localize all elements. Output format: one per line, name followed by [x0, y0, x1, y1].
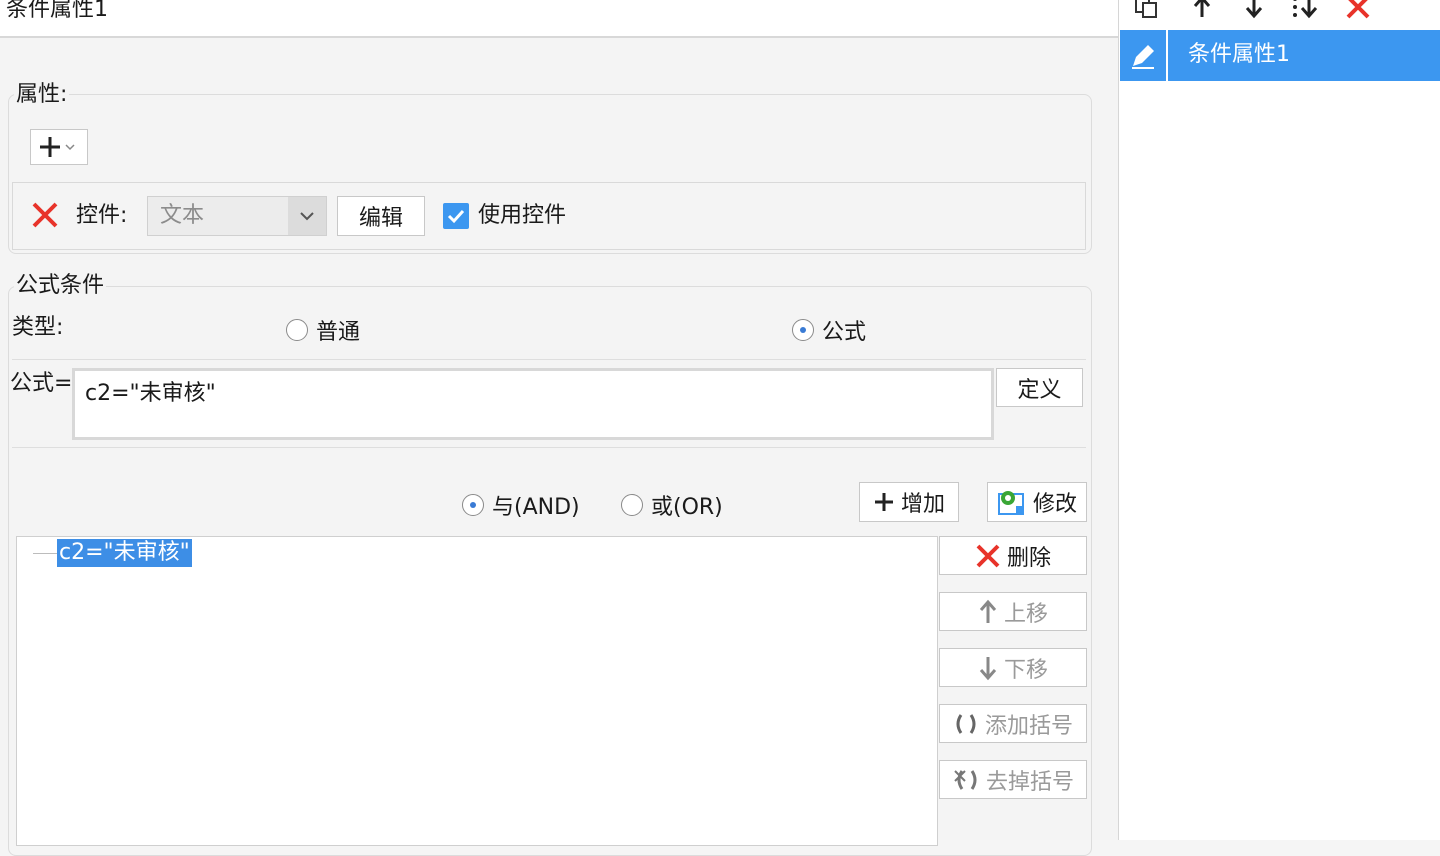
delete-label: 删除 [1006, 545, 1051, 571]
logic-or-label: 或(OR) [651, 495, 723, 520]
control-type-value: 文本 [160, 203, 205, 228]
type-formula-radio[interactable]: 公式 [792, 314, 866, 346]
close-icon [32, 202, 58, 228]
logic-or-radio[interactable]: 或(OR) [621, 489, 723, 521]
modify-condition-button[interactable]: 修改 [987, 482, 1087, 522]
use-control-checkbox[interactable] [443, 203, 469, 229]
delete-button[interactable]: 删除 [939, 536, 1087, 575]
close-icon [976, 544, 1000, 567]
modify-condition-label: 修改 [1032, 492, 1077, 517]
formula-input[interactable]: c2="未审核" [72, 368, 994, 440]
move-up-icon[interactable] [1187, 0, 1217, 22]
define-button[interactable]: 定义 [996, 368, 1083, 407]
condition-tree[interactable]: c2="未审核" [16, 536, 938, 846]
copy-icon[interactable] [1131, 0, 1161, 22]
divider [12, 359, 1086, 360]
radio-circle [621, 494, 643, 516]
control-type-select[interactable]: 文本 [147, 196, 327, 236]
remove-brackets-icon [954, 769, 977, 790]
formula-input-value: c2="未审核" [85, 381, 216, 406]
title-bar: 条件属性1 [0, 0, 1118, 38]
move-down-label: 下移 [1003, 657, 1048, 683]
formula-condition-label: 公式条件 [14, 273, 107, 299]
list-item-label: 条件属性1 [1188, 42, 1290, 67]
radio-circle [462, 494, 484, 516]
add-condition-button[interactable]: 增加 [859, 482, 959, 522]
arrow-down-icon [979, 656, 997, 680]
arrow-up-icon [979, 599, 997, 623]
remove-bracket-label: 去掉括号 [985, 769, 1074, 795]
divider [12, 447, 1086, 448]
add-property-button[interactable] [30, 129, 88, 165]
remove-bracket-button[interactable]: 去掉括号 [939, 760, 1087, 799]
edit-control-button[interactable]: 编辑 [337, 196, 425, 236]
type-normal-label: 普通 [316, 320, 361, 345]
window-title: 条件属性1 [6, 0, 108, 22]
delete-icon[interactable] [1343, 0, 1373, 22]
add-condition-label: 增加 [900, 492, 945, 517]
move-down-icon[interactable] [1239, 0, 1269, 22]
brackets-icon [956, 713, 976, 734]
sort-icon[interactable] [1291, 0, 1321, 22]
move-up-label: 上移 [1003, 601, 1048, 627]
condition-list-pane: 条件属性1 [1118, 0, 1440, 840]
add-bracket-label: 添加括号 [984, 713, 1073, 739]
logic-and-label: 与(AND) [492, 495, 580, 520]
plus-icon [40, 137, 60, 157]
logic-and-radio[interactable]: 与(AND) [462, 489, 580, 521]
type-label: 类型: [12, 315, 64, 340]
radio-circle [286, 319, 308, 341]
formula-label: 公式= [10, 371, 73, 396]
use-control-label: 使用控件 [478, 203, 567, 228]
pencil-icon [1120, 30, 1168, 81]
properties-label: 属性: [14, 82, 70, 108]
dropdown-arrow-icon [65, 144, 75, 151]
type-normal-radio[interactable]: 普通 [286, 314, 360, 346]
define-label: 定义 [1017, 377, 1062, 403]
condition-editor-pane: 条件属性1 属性: 控件: 文本 编辑 使用控件 公式条件 类型: 普通 公式 … [0, 0, 1118, 856]
plus-icon [874, 493, 893, 511]
add-bracket-button[interactable]: 添加括号 [939, 704, 1087, 743]
remove-control-button[interactable] [28, 198, 62, 232]
radio-circle [792, 319, 814, 341]
chevron-down-icon [288, 197, 326, 235]
check-icon [447, 209, 465, 224]
type-formula-label: 公式 [822, 320, 867, 345]
move-up-button[interactable]: 上移 [939, 592, 1087, 631]
tree-item[interactable]: c2="未审核" [57, 539, 192, 567]
list-item-selected[interactable]: 条件属性1 [1120, 30, 1440, 81]
edit-control-label: 编辑 [358, 206, 403, 231]
move-down-button[interactable]: 下移 [939, 648, 1087, 687]
control-label: 控件: [76, 203, 128, 228]
modify-icon [997, 491, 1024, 515]
tree-connector [33, 553, 57, 554]
